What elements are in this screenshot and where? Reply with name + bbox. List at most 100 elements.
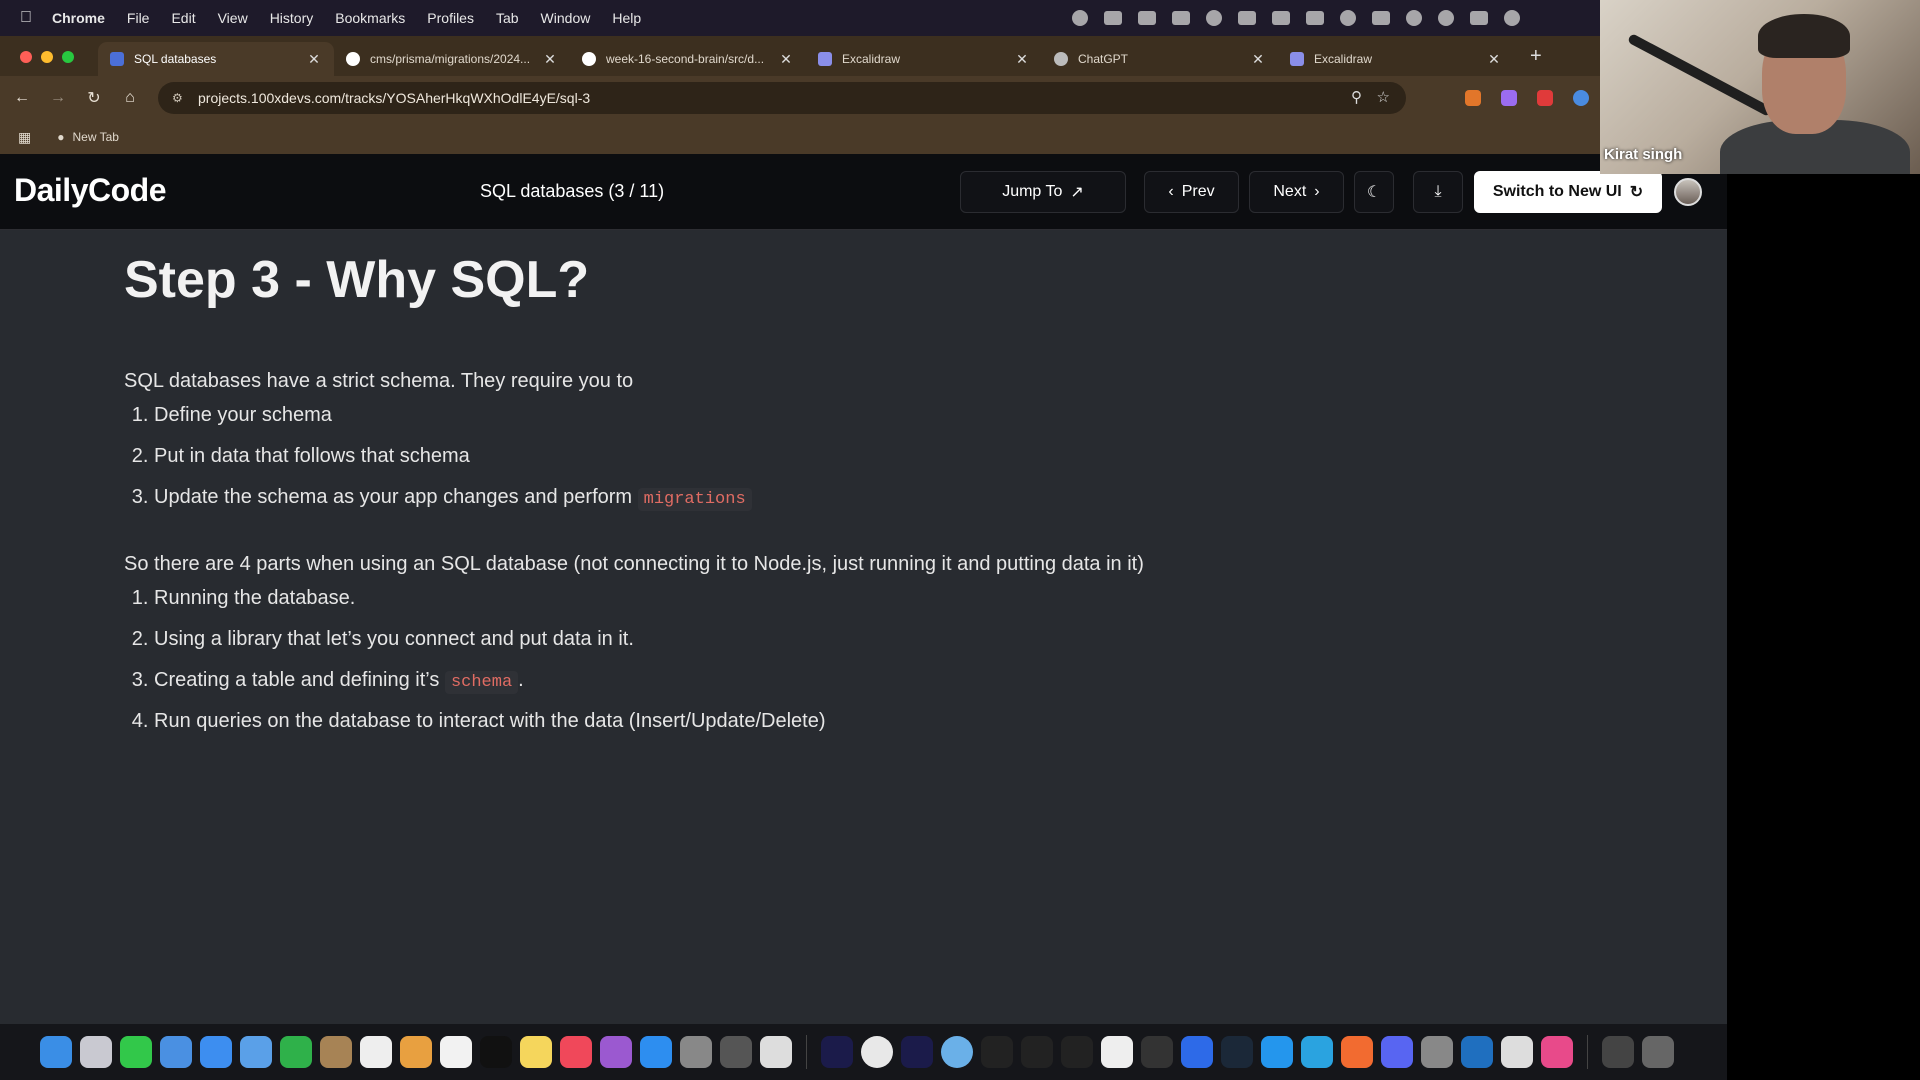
premiere-icon[interactable] (821, 1036, 853, 1068)
tab-github-week16[interactable]: week-16-second-brain/src/d... ✕ (570, 42, 806, 76)
theme-toggle-button[interactable]: ☾ (1354, 171, 1394, 213)
close-tab-icon[interactable]: ✕ (1250, 51, 1266, 68)
notes-icon[interactable] (520, 1036, 552, 1068)
tab-github-migrations[interactable]: cms/prisma/migrations/2024... ✕ (334, 42, 570, 76)
chrome-icon[interactable] (861, 1036, 893, 1068)
next-button[interactable]: Next › (1249, 171, 1344, 213)
tab-chatgpt[interactable]: ChatGPT ✕ (1042, 42, 1278, 76)
apps-grid-icon[interactable]: ▦ (18, 129, 31, 146)
home-icon[interactable]: ⌂ (116, 89, 144, 107)
apple-tv-icon[interactable] (480, 1036, 512, 1068)
search-icon[interactable] (1438, 10, 1454, 26)
calendar-icon[interactable] (360, 1036, 392, 1068)
app-icon[interactable] (1341, 1036, 1373, 1068)
close-tab-icon[interactable]: ✕ (1014, 51, 1030, 68)
vscode-icon[interactable] (1461, 1036, 1493, 1068)
extension-icon[interactable] (1501, 90, 1517, 106)
minimize-window-button[interactable] (41, 51, 53, 63)
finder-icon[interactable] (40, 1036, 72, 1068)
prev-button[interactable]: ‹ Prev (1144, 171, 1239, 213)
terminal-icon[interactable] (1061, 1036, 1093, 1068)
app-icon[interactable] (941, 1036, 973, 1068)
discord-icon[interactable] (1381, 1036, 1413, 1068)
menu-view[interactable]: View (218, 10, 248, 26)
app-store-icon[interactable] (640, 1036, 672, 1068)
safari-icon[interactable] (200, 1036, 232, 1068)
address-bar[interactable]: ⚙ projects.100xdevs.com/tracks/YOSAherHk… (158, 82, 1406, 114)
control-center-icon[interactable] (1470, 11, 1488, 25)
downloads-icon[interactable] (1602, 1036, 1634, 1068)
close-tab-icon[interactable]: ✕ (778, 51, 794, 68)
status-app-icon[interactable] (1238, 11, 1256, 25)
extension-icon[interactable] (1465, 90, 1481, 106)
status-app-icon[interactable] (1272, 11, 1290, 25)
status-app-icon[interactable] (1072, 10, 1088, 26)
docker-icon[interactable] (1261, 1036, 1293, 1068)
cloud-icon[interactable] (1138, 11, 1156, 25)
photos-icon[interactable] (400, 1036, 432, 1068)
bookmark-star-icon[interactable]: ☆ (1377, 88, 1390, 106)
jump-to-button[interactable]: Jump To ↗ (960, 171, 1126, 213)
trash-icon[interactable] (1642, 1036, 1674, 1068)
bookmark-new-tab[interactable]: New Tab (72, 130, 118, 144)
status-app-icon[interactable] (1104, 11, 1122, 25)
close-tab-icon[interactable]: ✕ (306, 51, 322, 68)
system-settings-icon[interactable] (680, 1036, 712, 1068)
menu-profiles[interactable]: Profiles (427, 10, 474, 26)
podcasts-icon[interactable] (600, 1036, 632, 1068)
status-app-icon[interactable] (1206, 10, 1222, 26)
avatar[interactable] (1674, 178, 1702, 206)
app-icon[interactable] (1501, 1036, 1533, 1068)
menu-bookmarks[interactable]: Bookmarks (335, 10, 405, 26)
zoom-icon[interactable]: ⚲ (1351, 88, 1362, 106)
app-icon[interactable] (1421, 1036, 1453, 1068)
siri-icon[interactable] (1504, 10, 1520, 26)
battery-icon[interactable] (1372, 11, 1390, 25)
telegram-icon[interactable] (1301, 1036, 1333, 1068)
brand-logo[interactable]: DailyCode (14, 172, 166, 209)
site-info-icon[interactable]: ⚙ (172, 91, 186, 105)
premiere-icon[interactable] (901, 1036, 933, 1068)
activity-monitor-icon[interactable] (1141, 1036, 1173, 1068)
menu-file[interactable]: File (127, 10, 150, 26)
forward-arrow-icon[interactable]: → (44, 89, 72, 107)
notes-app-icon[interactable] (320, 1036, 352, 1068)
piano-icon[interactable] (1101, 1036, 1133, 1068)
extension-icon[interactable] (1573, 90, 1589, 106)
maximize-window-button[interactable] (62, 51, 74, 63)
new-tab-icon[interactable]: + (1530, 45, 1542, 68)
tab-excalidraw-2[interactable]: Excalidraw ✕ (1278, 42, 1514, 76)
apple-icon[interactable]:  (20, 9, 38, 27)
messages-icon[interactable] (120, 1036, 152, 1068)
close-tab-icon[interactable]: ✕ (542, 51, 558, 68)
menu-help[interactable]: Help (612, 10, 641, 26)
terminal-icon[interactable] (1021, 1036, 1053, 1068)
activity-icon[interactable] (720, 1036, 752, 1068)
preview-icon[interactable] (760, 1036, 792, 1068)
menu-window[interactable]: Window (541, 10, 591, 26)
steam-icon[interactable] (1221, 1036, 1253, 1068)
status-app-icon[interactable] (1172, 11, 1190, 25)
menu-tab[interactable]: Tab (496, 10, 519, 26)
music-icon[interactable] (560, 1036, 592, 1068)
tab-excalidraw[interactable]: Excalidraw ✕ (806, 42, 1042, 76)
menu-chrome[interactable]: Chrome (52, 10, 105, 26)
extension-icon[interactable] (1537, 90, 1553, 106)
wifi-icon[interactable] (1406, 10, 1422, 26)
zoom-icon[interactable] (1181, 1036, 1213, 1068)
download-button[interactable]: ⤓ (1413, 171, 1463, 213)
app-icon[interactable] (1541, 1036, 1573, 1068)
launchpad-icon[interactable] (80, 1036, 112, 1068)
reload-icon[interactable]: ↻ (80, 88, 108, 108)
close-tab-icon[interactable]: ✕ (1486, 51, 1502, 68)
status-app-icon[interactable] (1306, 11, 1324, 25)
reminders-icon[interactable] (440, 1036, 472, 1068)
moon-icon[interactable] (1340, 10, 1356, 26)
back-arrow-icon[interactable]: ← (8, 89, 36, 107)
terminal-icon[interactable] (981, 1036, 1013, 1068)
close-window-button[interactable] (20, 51, 32, 63)
tab-sql-databases[interactable]: SQL databases ✕ (98, 42, 334, 76)
menu-history[interactable]: History (270, 10, 314, 26)
facetime-icon[interactable] (280, 1036, 312, 1068)
mail-icon[interactable] (160, 1036, 192, 1068)
